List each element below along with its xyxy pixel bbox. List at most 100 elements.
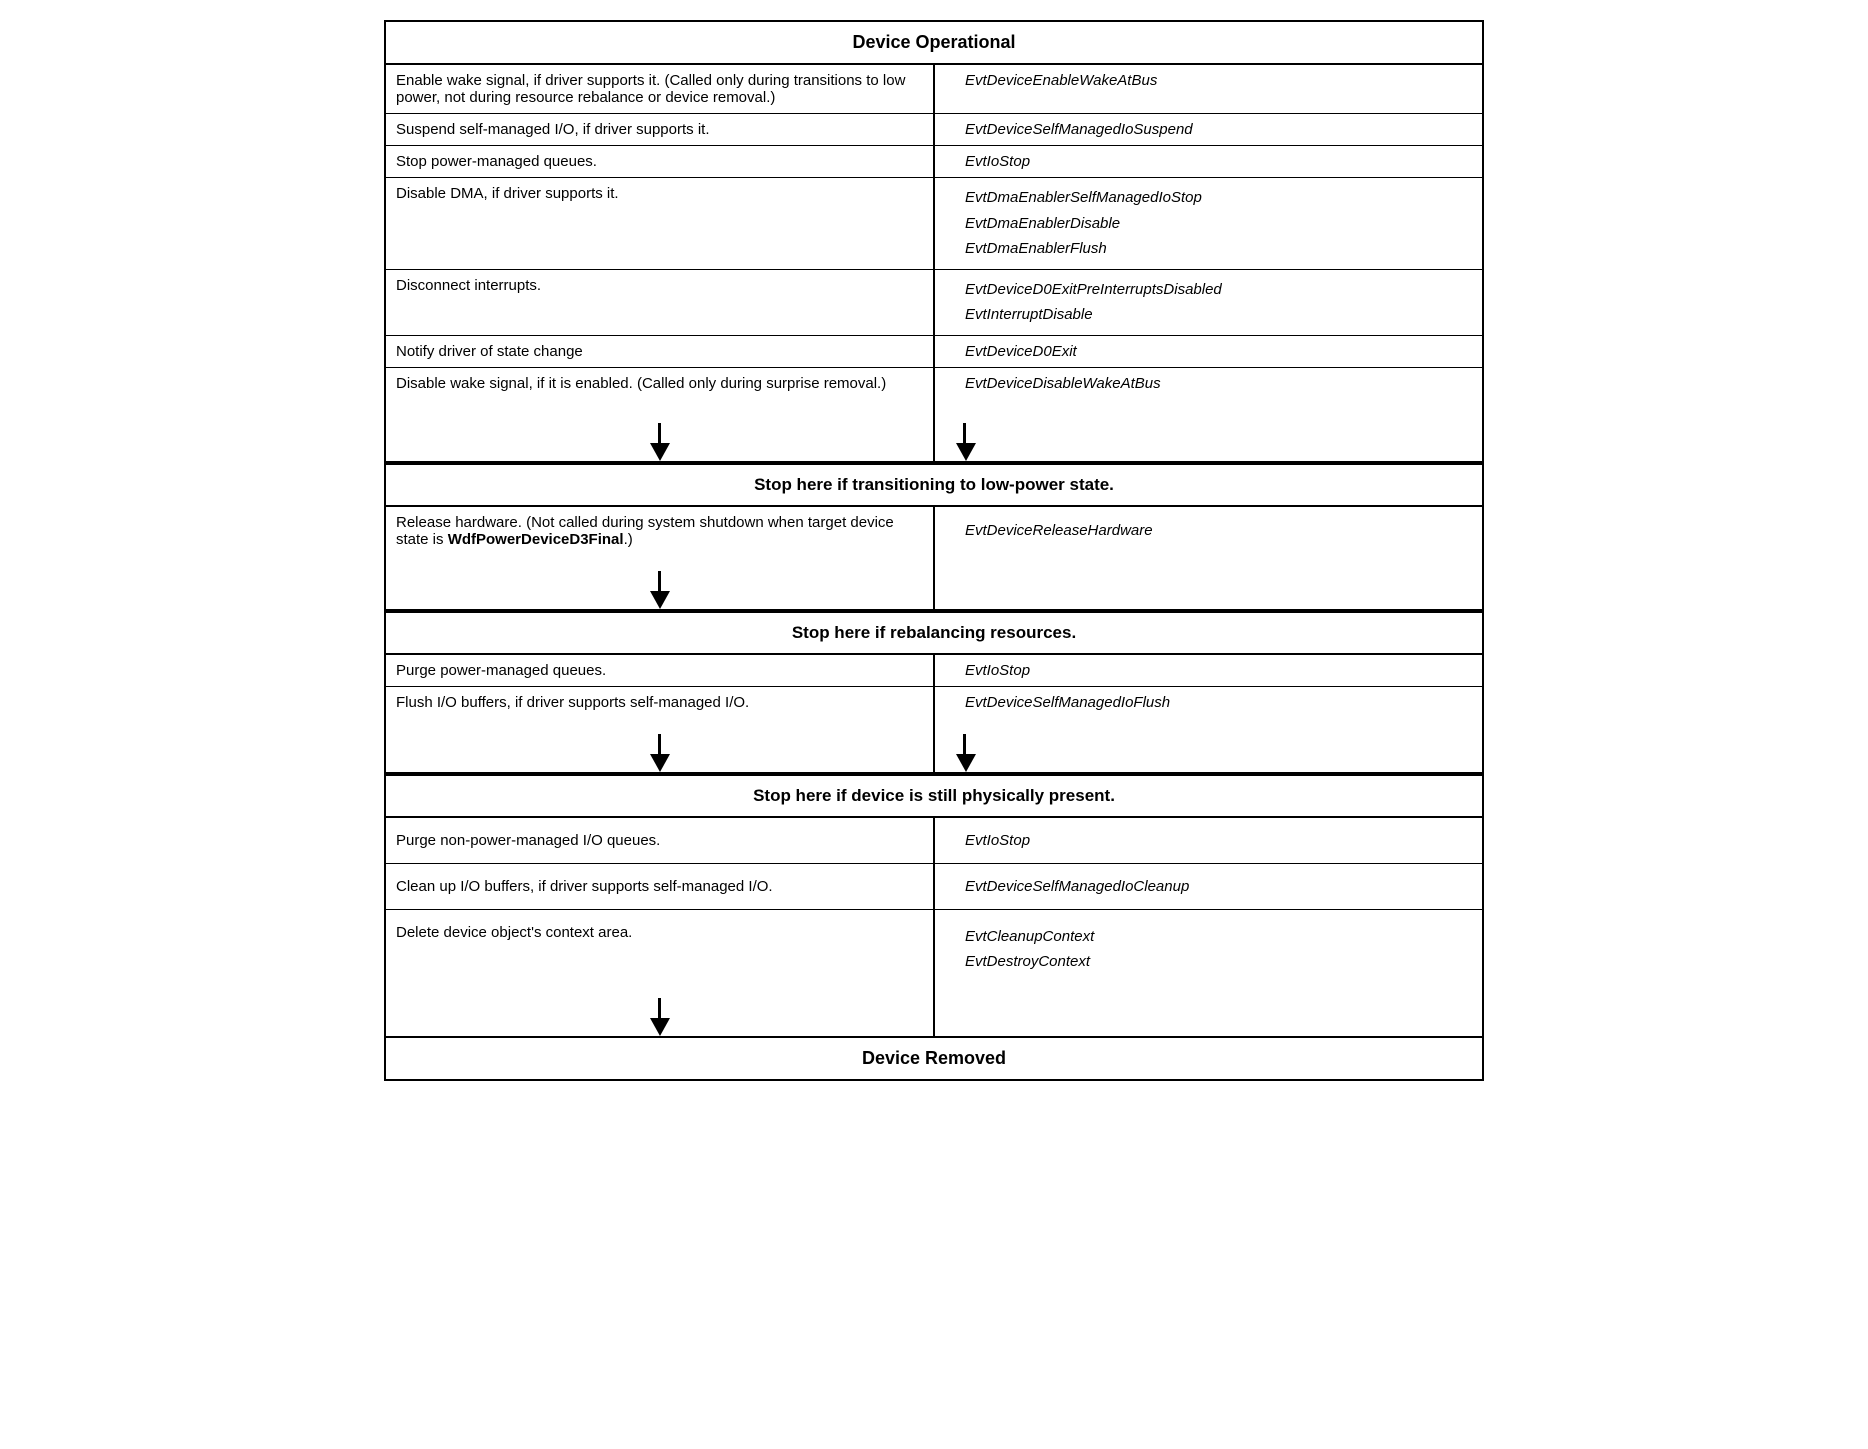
left-arrow-cell [386, 407, 934, 443]
arrow-row [386, 718, 1482, 754]
right-text: EvtDeviceSelfManagedIoFlush [965, 694, 1170, 711]
right-cell: EvtCleanupContext EvtDestroyContext [934, 909, 1482, 982]
section4-table: Purge non-power-managed I/O queues. EvtI… [386, 818, 1482, 1036]
left-text: Purge non-power-managed I/O queues. [396, 832, 660, 849]
left-arrowtip-cell [386, 1018, 934, 1036]
left-text: Flush I/O buffers, if driver supports se… [396, 694, 749, 711]
right-arrowtip-cell [934, 1018, 1482, 1036]
arrow-tip-container [386, 754, 933, 772]
arrow-tip-row [386, 591, 1482, 610]
arrow-row [386, 982, 1482, 1018]
left-cell: Flush I/O buffers, if driver supports se… [386, 686, 934, 718]
page-title: Device Operational [386, 22, 1482, 65]
stop-header-rebalancing: Stop here if rebalancing resources. [386, 611, 1482, 655]
arrow-line [658, 734, 661, 754]
main-container: Device Operational Enable wake signal, i… [384, 20, 1484, 1081]
right-text: EvtDeviceSelfManagedIoSuspend [965, 121, 1193, 138]
right-cell: EvtIoStop [934, 655, 1482, 687]
right-cell: EvtDeviceDisableWakeAtBus [934, 367, 1482, 407]
arrow-container [386, 982, 933, 1018]
right-cell: EvtDeviceSelfManagedIoSuspend [934, 114, 1482, 146]
right-arrowtip-cell [934, 754, 1482, 773]
right-text: EvtIoStop [965, 662, 1030, 679]
page-footer: Device Removed [386, 1036, 1482, 1079]
left-cell: Disable wake signal, if it is enabled. (… [386, 367, 934, 407]
right-text: EvtIoStop [965, 153, 1030, 170]
table-row: Flush I/O buffers, if driver supports se… [386, 686, 1482, 718]
arrow-tip-container-right [935, 443, 1482, 461]
arrow-container-right [935, 407, 1482, 443]
left-arrow-cell [386, 555, 934, 591]
arrow-container [386, 718, 933, 754]
left-cell: Stop power-managed queues. [386, 146, 934, 178]
right-cell: EvtDeviceSelfManagedIoCleanup [934, 863, 1482, 909]
right-cell: EvtDeviceEnableWakeAtBus [934, 65, 1482, 114]
left-text: Delete device object's context area. [396, 924, 632, 941]
arrow-tip-container [386, 1018, 933, 1036]
table-row: Enable wake signal, if driver supports i… [386, 65, 1482, 114]
arrow-container [386, 407, 933, 443]
table-row: Release hardware. (Not called during sys… [386, 507, 1482, 555]
right-cell: EvtDeviceD0ExitPreInterruptsDisabled Evt… [934, 269, 1482, 335]
right-with-arrow: EvtDeviceDisableWakeAtBus [965, 375, 1472, 400]
left-arrowtip-cell [386, 754, 934, 773]
right-arrow-cell [934, 555, 1482, 591]
arrow-line-right [963, 423, 966, 443]
arrow-triangle-icon [956, 443, 976, 461]
arrow-triangle-icon [956, 754, 976, 772]
left-text: Enable wake signal, if driver supports i… [396, 72, 905, 106]
table-row: Disable DMA, if driver supports it. EvtD… [386, 178, 1482, 270]
table-row: Purge non-power-managed I/O queues. EvtI… [386, 818, 1482, 864]
left-text: Suspend self-managed I/O, if driver supp… [396, 121, 709, 138]
arrow-container-right [935, 718, 1482, 754]
table-row: Suspend self-managed I/O, if driver supp… [386, 114, 1482, 146]
left-arrow-cell [386, 982, 934, 1018]
table-row: Disable wake signal, if it is enabled. (… [386, 367, 1482, 407]
left-cell: Disconnect interrupts. [386, 269, 934, 335]
left-arrow-cell [386, 718, 934, 754]
arrow-line [658, 571, 661, 591]
left-cell: Enable wake signal, if driver supports i… [386, 65, 934, 114]
table-row: Purge power-managed queues. EvtIoStop [386, 655, 1482, 687]
section2-table: Release hardware. (Not called during sys… [386, 507, 1482, 611]
arrow-triangle-icon [650, 591, 670, 609]
arrow-tip-row [386, 443, 1482, 462]
left-cell: Release hardware. (Not called during sys… [386, 507, 934, 555]
right-text: EvtDeviceDisableWakeAtBus [965, 375, 1161, 392]
right-text: EvtIoStop [965, 832, 1030, 849]
right-cell: EvtDmaEnablerSelfManagedIoStop EvtDmaEna… [934, 178, 1482, 270]
right-arrow-cell [934, 982, 1482, 1018]
left-cell: Disable DMA, if driver supports it. [386, 178, 934, 270]
left-text: Disable DMA, if driver supports it. [396, 185, 619, 202]
right-cell: EvtIoStop [934, 146, 1482, 178]
stop-header-low-power: Stop here if transitioning to low-power … [386, 463, 1482, 507]
left-cell: Notify driver of state change [386, 335, 934, 367]
arrow-tip-row [386, 1018, 1482, 1036]
right-cell: EvtDeviceReleaseHardware [934, 507, 1482, 555]
right-text: EvtDeviceSelfManagedIoCleanup [965, 878, 1189, 895]
arrow-triangle-icon [650, 1018, 670, 1036]
multi-event-text: EvtDeviceD0ExitPreInterruptsDisabled Evt… [965, 277, 1472, 328]
left-arrowtip-cell [386, 591, 934, 610]
left-cell: Suspend self-managed I/O, if driver supp… [386, 114, 934, 146]
table-row: Clean up I/O buffers, if driver supports… [386, 863, 1482, 909]
arrow-tip-container [386, 443, 933, 461]
right-cell: EvtIoStop [934, 818, 1482, 864]
left-cell: Purge power-managed queues. [386, 655, 934, 687]
right-text: EvtDeviceReleaseHardware [965, 522, 1153, 539]
arrow-triangle-icon [650, 754, 670, 772]
left-cell: Delete device object's context area. [386, 909, 934, 982]
stop-header-physically-present: Stop here if device is still physically … [386, 774, 1482, 818]
bold-term: WdfPowerDeviceD3Final [448, 531, 624, 548]
table-row: Disconnect interrupts. EvtDeviceD0ExitPr… [386, 269, 1482, 335]
left-text: Purge power-managed queues. [396, 662, 606, 679]
section3-table: Purge power-managed queues. EvtIoStop Fl… [386, 655, 1482, 774]
left-text: Stop power-managed queues. [396, 153, 597, 170]
multi-event-text: EvtCleanupContext EvtDestroyContext [965, 924, 1472, 975]
arrow-line [658, 423, 661, 443]
left-text: Clean up I/O buffers, if driver supports… [396, 878, 773, 895]
left-cell: Clean up I/O buffers, if driver supports… [386, 863, 934, 909]
right-cell: EvtDeviceD0Exit [934, 335, 1482, 367]
arrow-tip-container [386, 591, 933, 609]
arrow-tip-row [386, 754, 1482, 773]
